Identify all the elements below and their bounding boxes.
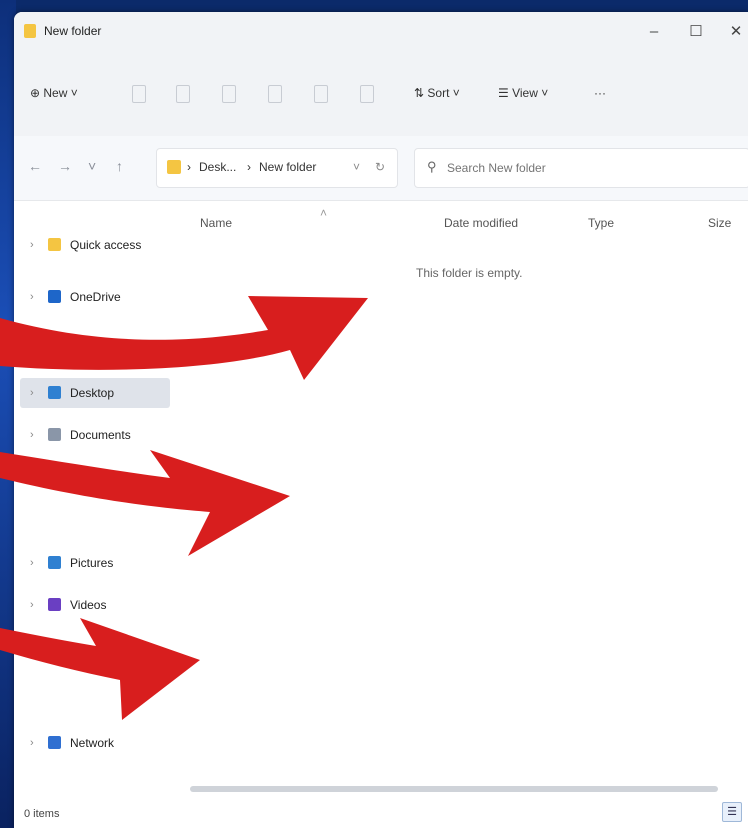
- desktop-icon: [48, 386, 61, 399]
- search-box: ⚲: [414, 148, 748, 188]
- sidebar-item-videos[interactable]: › Videos: [20, 590, 170, 620]
- cloud-icon: [48, 290, 61, 303]
- paste-icon[interactable]: [222, 85, 236, 103]
- chevron-right-icon[interactable]: ›: [30, 590, 34, 620]
- sort-label: Sort: [427, 86, 450, 100]
- chevron-right-icon[interactable]: ›: [30, 230, 34, 260]
- download-icon: [48, 470, 61, 483]
- folder-icon: [24, 24, 36, 38]
- sidebar-item-label: Desktop: [70, 386, 115, 400]
- address-dropdown-icon[interactable]: ˅: [353, 160, 360, 174]
- sidebar-item-label: Quick access: [70, 238, 142, 252]
- forward-arrow-icon[interactable]: →: [58, 158, 72, 174]
- horizontal-scrollbar[interactable]: [190, 786, 718, 792]
- chevron-right-icon[interactable]: ›: [30, 420, 34, 450]
- view-icon: ☰: [498, 86, 513, 100]
- plus-icon: ⊕: [30, 86, 44, 100]
- sidebar-item-desktop[interactable]: › Desktop: [20, 378, 170, 408]
- refresh-icon[interactable]: ↻: [375, 160, 385, 174]
- chevron-right-icon[interactable]: ›: [30, 548, 34, 578]
- sidebar-item-label: OneDrive: [70, 290, 121, 304]
- network-icon: [48, 736, 61, 749]
- rename-icon[interactable]: [268, 85, 282, 103]
- breadcrumb-new-folder[interactable]: New folder: [259, 160, 316, 174]
- close-button[interactable]: ✕: [724, 20, 748, 44]
- chevron-right-icon[interactable]: ›: [30, 462, 34, 492]
- sidebar-item-label: Downloads: [70, 470, 130, 484]
- column-header-date-modified[interactable]: Date modified: [444, 216, 518, 230]
- status-item-count: 0 items: [24, 808, 60, 820]
- sidebar-item-label: Network: [70, 736, 115, 750]
- pictures-icon: [48, 556, 61, 569]
- empty-folder-message: This folder is empty.: [416, 266, 523, 280]
- share-icon[interactable]: [314, 85, 328, 103]
- document-icon: [48, 428, 61, 441]
- view-button[interactable]: ☰ View ˅: [498, 82, 548, 104]
- maximize-button[interactable]: ☐: [684, 20, 708, 44]
- sort-icon: ⇅: [414, 86, 428, 100]
- chevron-right-icon[interactable]: ›: [30, 378, 34, 408]
- minimize-button[interactable]: –: [642, 20, 666, 44]
- column-header-type[interactable]: Type: [588, 216, 614, 230]
- address-bar[interactable]: › Desk... › New folder ˅ ↻: [156, 148, 398, 188]
- sidebar-item-documents[interactable]: › Documents: [20, 420, 170, 450]
- recent-chevron-icon[interactable]: ˅: [88, 158, 96, 174]
- window-title: New folder: [44, 24, 102, 38]
- cut-icon[interactable]: [132, 85, 146, 103]
- breadcrumb-separator-icon: ›: [187, 160, 191, 174]
- up-arrow-icon[interactable]: ↑: [116, 158, 123, 174]
- details-view-icon[interactable]: ☰: [722, 802, 742, 822]
- copy-icon[interactable]: [176, 85, 190, 103]
- new-label: New: [43, 86, 68, 100]
- column-header-size[interactable]: Size: [708, 216, 731, 230]
- breadcrumb-desktop[interactable]: Desk...: [199, 160, 236, 174]
- file-list-area[interactable]: Name ˄ Date modified Type Size This fold…: [184, 200, 748, 770]
- sort-indicator-icon: ˄: [320, 206, 328, 220]
- sort-button[interactable]: ⇅ Sort ˅: [414, 82, 460, 104]
- search-input[interactable]: [445, 149, 739, 187]
- sidebar-item-onedrive[interactable]: › OneDrive: [20, 282, 170, 312]
- videos-icon: [48, 598, 61, 611]
- address-row: ← → ˅ ↑ › Desk... › New folder ˅ ↻ ⚲: [14, 136, 748, 201]
- new-button[interactable]: ⊕ New ˅: [30, 82, 78, 104]
- file-explorer-window: New folder – ☐ ✕ ⊕ New ˅ ⇅ Sort ˅ ☰ View…: [14, 12, 748, 828]
- sidebar-item-label: Pictures: [70, 556, 114, 570]
- navigation-pane: › Quick access › OneDrive › Desktop › Do…: [14, 200, 184, 770]
- sidebar-item-label: Videos: [70, 598, 107, 612]
- title-bar: New folder – ☐ ✕: [14, 12, 748, 52]
- sidebar-item-label: Documents: [70, 428, 131, 442]
- folder-icon: [167, 160, 181, 174]
- see-more-button[interactable]: ···: [594, 82, 606, 104]
- breadcrumb-separator-icon: ›: [247, 160, 251, 174]
- chevron-right-icon[interactable]: ›: [30, 282, 34, 312]
- view-label: View: [512, 86, 538, 100]
- column-header-name[interactable]: Name: [200, 216, 232, 230]
- sidebar-item-network[interactable]: › Network: [20, 728, 170, 758]
- delete-icon[interactable]: [360, 85, 374, 103]
- star-icon: [48, 238, 61, 251]
- back-arrow-icon[interactable]: ←: [28, 158, 42, 174]
- sidebar-item-pictures[interactable]: › Pictures: [20, 548, 170, 578]
- sidebar-item-downloads[interactable]: › Downloads: [20, 462, 170, 492]
- sidebar-item-quick-access[interactable]: › Quick access: [20, 230, 170, 260]
- search-icon: ⚲: [427, 159, 437, 174]
- chevron-right-icon[interactable]: ›: [30, 728, 34, 758]
- command-bar: ⊕ New ˅ ⇅ Sort ˅ ☰ View ˅ ···: [14, 52, 748, 136]
